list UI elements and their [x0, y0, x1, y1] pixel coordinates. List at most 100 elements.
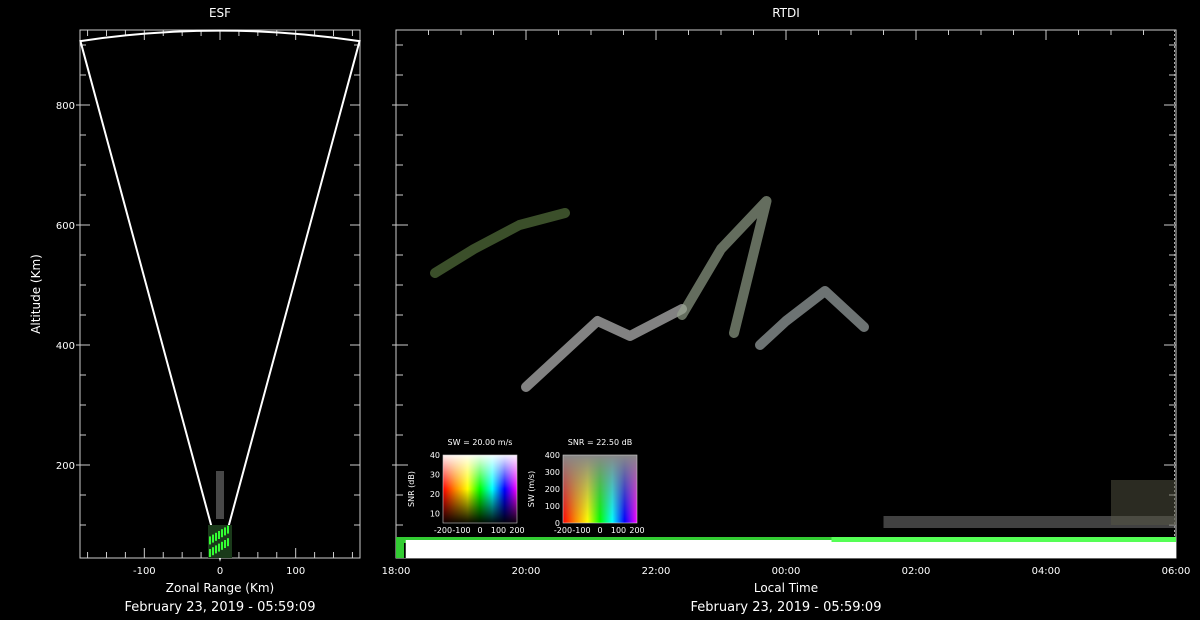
rtdi-dotted-edge — [1174, 330, 1175, 332]
rtdi-dotted-edge — [1174, 258, 1175, 260]
legend-ytick: 30 — [430, 470, 440, 479]
rtdi-dotted-edge — [1174, 366, 1175, 368]
rtdi-dotted-edge — [1174, 98, 1175, 100]
rtdi-dotted-edge — [1174, 462, 1175, 464]
rtdi-dotted-edge — [1174, 110, 1175, 112]
rtdi-dotted-edge — [1174, 146, 1175, 148]
plume-4 — [430, 208, 570, 278]
esf-echo-mark — [227, 538, 229, 547]
figure-canvas: ESF200400600800-100 0 100Zonal Range (Km)A… — [29, 6, 1190, 615]
rtdi-dotted-edge — [1174, 318, 1175, 320]
legend-ytick: 20 — [430, 490, 440, 499]
rtdi-dotted-edge — [1174, 418, 1175, 420]
rtdi-xlabel: Local Time — [754, 581, 818, 595]
rtdi-dotted-edge — [1174, 42, 1175, 44]
rtdi-dotted-edge — [1174, 270, 1175, 272]
rtdi-dotted-edge — [1174, 94, 1175, 96]
rtdi-dotted-edge — [1174, 242, 1175, 244]
rtdi-dotted-edge — [1174, 458, 1175, 460]
rtdi-dotted-edge — [1174, 34, 1175, 36]
legend-ytick: 40 — [430, 451, 440, 460]
legend-xtick: -100 — [572, 526, 590, 535]
rtdi-dotted-edge — [1174, 154, 1175, 156]
rtdi-dotted-edge — [1174, 174, 1175, 176]
rtdi-dotted-edge — [1174, 218, 1175, 220]
esf-echo-mark — [218, 531, 220, 539]
rtdi-dotted-edge — [1174, 30, 1175, 32]
esf-echo-grey — [216, 513, 224, 519]
rtdi-dotted-edge — [1174, 102, 1175, 104]
rtdi-dotted-edge — [1174, 274, 1175, 276]
rtdi-dotted-edge — [1174, 254, 1175, 256]
esf-echo-mark — [215, 532, 217, 541]
legend-ytick: 100 — [545, 502, 560, 511]
esf-echo-mark — [221, 541, 223, 550]
rtdi-dotted-edge — [1174, 142, 1175, 144]
esf-echo-mark — [209, 536, 211, 545]
rtdi-dotted-edge — [1174, 250, 1175, 252]
rtdi-dotted-edge — [1174, 374, 1175, 376]
rtdi-dotted-edge — [1174, 394, 1175, 396]
rtdi-green-edge — [396, 538, 404, 558]
rtdi-dotted-edge — [1174, 358, 1175, 360]
rtdi-dotted-edge — [1174, 294, 1175, 296]
legend-title: SW = 20.00 m/s — [448, 438, 513, 447]
rtdi-title: RTDI — [772, 6, 800, 20]
legend-xtick: -200 — [554, 526, 572, 535]
rtdi-dotted-edge — [1174, 118, 1175, 120]
esf-ytick-label: 400 — [56, 341, 75, 352]
rtdi-dotted-edge — [1174, 530, 1175, 532]
rtdi-dotted-edge — [1174, 450, 1175, 452]
esf-echo-mark — [212, 547, 214, 556]
legend-ytick: 200 — [545, 485, 560, 494]
rtdi-dotted-edge — [1174, 398, 1175, 400]
rtdi-dotted-edge — [1174, 182, 1175, 184]
rtdi-dotted-edge — [1174, 406, 1175, 408]
rtdi-xtick-label: 22:00 — [642, 566, 671, 577]
rtdi-dotted-edge — [1174, 314, 1175, 316]
rtdi-dotted-edge — [1174, 230, 1175, 232]
esf-echo-mark — [224, 540, 226, 548]
rtdi-dotted-edge — [1174, 206, 1175, 208]
rtdi-dotted-edge — [1174, 114, 1175, 116]
rtdi-dotted-edge — [1174, 158, 1175, 160]
rtdi-dotted-edge — [1174, 162, 1175, 164]
rtdi-dotted-edge — [1174, 194, 1175, 196]
esf-echo-grey — [216, 477, 224, 483]
rtdi-dotted-edge — [1174, 470, 1175, 472]
legend-ylabel: SNR (dB) — [407, 471, 416, 507]
plume-2 — [677, 196, 772, 338]
rtdi-date: February 23, 2019 - 05:59:09 — [691, 600, 882, 615]
rtdi-dotted-edge — [1174, 58, 1175, 60]
rtdi-dotted-edge — [1174, 46, 1175, 48]
esf-date: February 23, 2019 - 05:59:09 — [125, 600, 316, 615]
rtdi-dotted-edge — [1174, 190, 1175, 192]
rtdi-dotted-edge — [1174, 442, 1175, 444]
esf-ytick-label: 800 — [56, 101, 75, 112]
rtdi-dotted-edge — [1174, 382, 1175, 384]
rtdi-dotted-edge — [1174, 414, 1175, 416]
rtdi-dotted-edge — [1174, 126, 1175, 128]
rtdi-dotted-edge — [1174, 466, 1175, 468]
rtdi-dotted-edge — [1174, 322, 1175, 324]
rtdi-dotted-edge — [1174, 178, 1175, 180]
rtdi-dotted-edge — [1174, 346, 1175, 348]
rtdi-dotted-edge — [1174, 310, 1175, 312]
rtdi-xtick-label: 02:00 — [902, 566, 931, 577]
rtdi-dotted-edge — [1174, 342, 1175, 344]
rtdi-dotted-edge — [1174, 130, 1175, 132]
rtdi-dotted-edge — [1174, 246, 1175, 248]
legend-ytick: 10 — [430, 509, 440, 518]
legend-ylabel: SW (m/s) — [527, 471, 536, 507]
rtdi-dotted-edge — [1174, 438, 1175, 440]
rtdi-xtick-label: 18:00 — [382, 566, 411, 577]
esf-xtick-label: -100 — [133, 566, 156, 577]
rtdi-dotted-edge — [1174, 238, 1175, 240]
legend-xtick: 200 — [629, 526, 644, 535]
rtdi-dotted-edge — [1174, 278, 1175, 280]
rtdi-dotted-edge — [1174, 54, 1175, 56]
rtdi-dotted-edge — [1174, 266, 1175, 268]
rtdi-dotted-edge — [1174, 378, 1175, 380]
esf-echo-grey — [216, 507, 224, 513]
esf-ytick-label: 600 — [56, 221, 75, 232]
